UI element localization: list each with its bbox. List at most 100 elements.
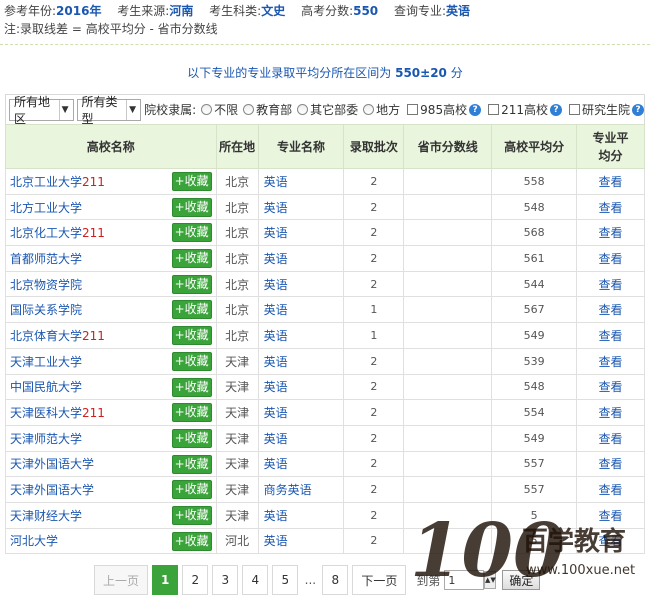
view-link[interactable]: 查看 [576,193,645,221]
page-2-button[interactable]: 2 [182,565,209,595]
school-name-link[interactable]: 河北大学 [10,534,58,548]
checkbox-icon[interactable] [407,104,419,115]
favorite-button[interactable]: +收藏 [171,531,212,551]
page-3-button[interactable]: 3 [212,565,239,595]
school-name-link[interactable]: 北京物资学院 [10,278,82,292]
view-link[interactable]: 查看 [576,245,645,272]
view-link[interactable]: 查看 [576,322,645,349]
school-name-link[interactable]: 天津财经大学 [10,509,82,523]
table-row: 天津工业大学 +收藏 天津 英语 2 539 查看 [5,347,645,375]
prev-page-button[interactable]: 上一页 [94,565,148,595]
page-1-button[interactable]: 1 [152,565,179,595]
view-link[interactable]: 查看 [576,527,645,555]
view-link[interactable]: 查看 [576,296,645,324]
major-link[interactable]: 英语 [257,527,345,555]
major-link[interactable]: 英语 [257,219,345,247]
school-name-link[interactable]: 天津外国语大学 [10,483,94,497]
tag-211: 211 [82,174,105,189]
school-name-link[interactable]: 天津工业大学 [10,355,82,369]
page-4-button[interactable]: 4 [242,565,269,595]
major-link[interactable]: 英语 [257,501,345,529]
major-link[interactable]: 英语 [257,322,345,349]
school-name-link[interactable]: 北方工业大学 [10,201,82,215]
school-name-link[interactable]: 国际关系学院 [10,303,82,317]
school-name-link[interactable]: 北京工业大学 [10,175,82,189]
view-link[interactable]: 查看 [576,399,645,426]
table-row: 北京化工大学211 +收藏 北京 英语 2 568 查看 [5,219,645,247]
major-link[interactable]: 英语 [257,168,345,195]
check-985[interactable]: 985高校? [403,101,482,118]
type-select[interactable]: 所有类型 ▼ [76,95,142,126]
view-link[interactable]: 查看 [576,219,645,247]
major-link[interactable]: 商务英语 [257,476,345,503]
radio-other-ministry[interactable]: 其它部委 [295,101,358,118]
school-name-link[interactable]: 首都师范大学 [10,252,82,266]
view-link[interactable]: 查看 [576,450,645,478]
radio-icon[interactable] [201,104,213,115]
checkbox-icon[interactable] [568,104,580,115]
radio-icon[interactable] [363,104,375,115]
view-link[interactable]: 查看 [576,501,645,529]
check-graduate[interactable]: 研究生院? [565,101,644,118]
favorite-button[interactable]: +收藏 [171,274,212,294]
help-icon[interactable]: ? [549,103,562,116]
favorite-button[interactable]: +收藏 [171,223,212,243]
favorite-button[interactable]: +收藏 [171,377,212,397]
goto-confirm-button[interactable]: 确定 [502,570,541,590]
view-link[interactable]: 查看 [576,347,645,375]
next-page-button[interactable]: 下一页 [352,565,407,595]
favorite-button[interactable]: +收藏 [171,403,212,423]
school-avg-cell: 554 [491,399,578,426]
page-5-button[interactable]: 5 [272,565,299,595]
help-icon[interactable]: ? [632,103,644,116]
favorite-button[interactable]: +收藏 [171,351,212,371]
radio-local[interactable]: 地方 [361,101,400,118]
major-link[interactable]: 英语 [257,296,345,324]
goto-page-input[interactable]: 1 [444,570,485,590]
radio-unlimited[interactable]: 不限 [199,101,238,118]
view-link[interactable]: 查看 [576,168,645,195]
checkbox-icon[interactable] [488,104,500,115]
favorite-button[interactable]: +收藏 [171,505,212,525]
favorite-button[interactable]: +收藏 [171,428,212,448]
check-211[interactable]: 211高校? [484,101,562,118]
col-school: 高校名称 [5,124,217,169]
major-link[interactable]: 英语 [257,450,345,478]
school-avg-cell: 558 [491,168,578,195]
favorite-button[interactable]: +收藏 [171,249,212,269]
radio-icon[interactable] [297,104,309,115]
school-name-link[interactable]: 中国民航大学 [10,380,82,394]
school-name-link[interactable]: 天津师范大学 [10,432,82,446]
batch-cell: 1 [343,296,405,324]
favorite-button[interactable]: +收藏 [171,326,212,346]
school-name-link[interactable]: 天津医科大学 [10,406,82,420]
view-link[interactable]: 查看 [576,476,645,503]
view-link[interactable]: 查看 [576,424,645,452]
radio-icon[interactable] [243,104,255,115]
spinner-icon[interactable]: ▲▼ [484,571,497,589]
major-link[interactable]: 英语 [257,373,345,401]
help-icon[interactable]: ? [469,103,482,116]
radio-ministry[interactable]: 教育部 [241,101,292,118]
favorite-button[interactable]: +收藏 [171,454,212,474]
favorite-button[interactable]: +收藏 [171,300,212,320]
location-cell: 北京 [215,322,259,349]
view-link[interactable]: 查看 [576,373,645,401]
favorite-button[interactable]: +收藏 [171,197,212,217]
major-link[interactable]: 英语 [257,193,345,221]
region-select[interactable]: 所有地区 ▼ [9,95,74,126]
major-link[interactable]: 英语 [257,399,345,426]
school-name-link[interactable]: 天津外国语大学 [10,457,94,471]
major-link[interactable]: 英语 [257,245,345,272]
major-link[interactable]: 英语 [257,424,345,452]
page-8-button[interactable]: 8 [322,565,349,595]
school-name-link[interactable]: 北京化工大学 [10,226,82,240]
view-link[interactable]: 查看 [576,270,645,298]
major-link[interactable]: 英语 [257,270,345,298]
favorite-button[interactable]: +收藏 [171,172,212,191]
favorite-button[interactable]: +收藏 [171,480,212,500]
province-line-cell [403,168,493,195]
chevron-down-icon: ▼ [58,99,71,120]
major-link[interactable]: 英语 [257,347,345,375]
school-name-link[interactable]: 北京体育大学 [10,329,82,343]
